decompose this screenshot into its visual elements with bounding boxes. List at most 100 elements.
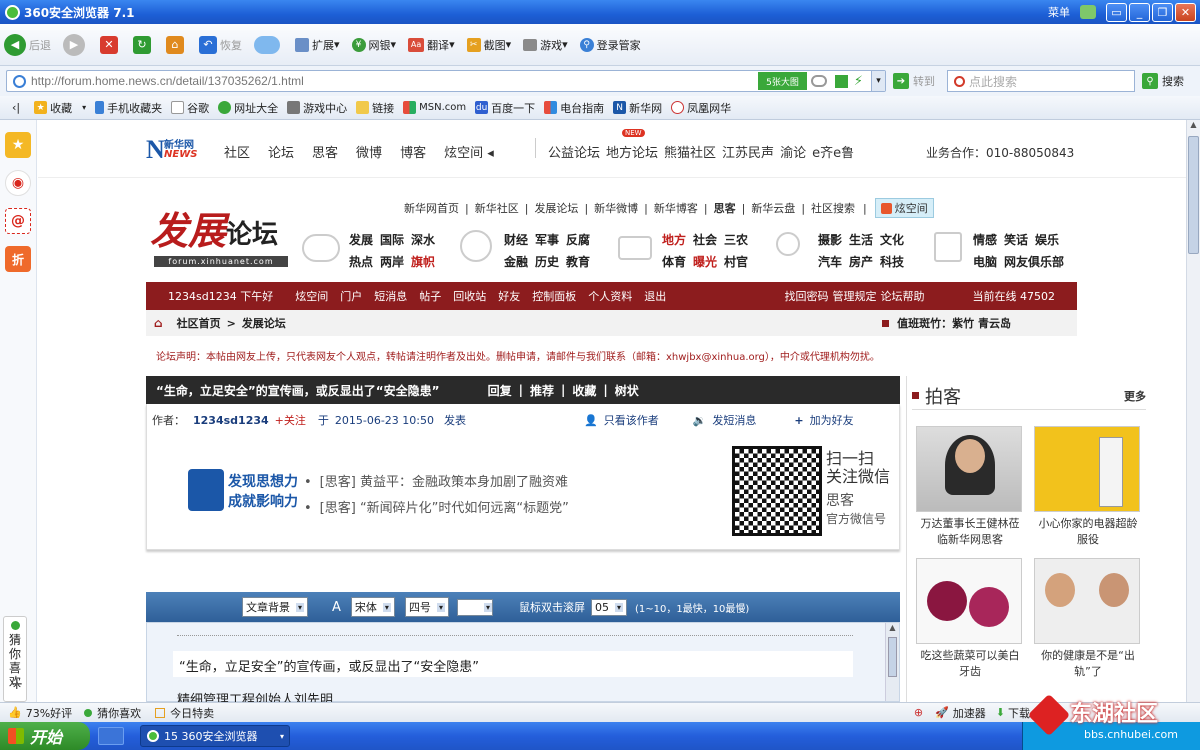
cat-liangan[interactable]: 两岸 bbox=[380, 255, 404, 269]
fav-item-9[interactable]: N 新华网 bbox=[613, 100, 662, 116]
nav-blog[interactable]: 博客 bbox=[400, 142, 426, 161]
body-scrollbar[interactable]: ▲ bbox=[885, 623, 899, 701]
qrcode-icon[interactable] bbox=[834, 74, 848, 88]
top-link-0[interactable]: 新华网首页 bbox=[404, 200, 459, 216]
paike-item-2[interactable]: 吃这些蔬菜可以美白牙齿 bbox=[916, 558, 1024, 680]
home-button[interactable]: ⌂ bbox=[166, 35, 187, 54]
refresh-button[interactable]: ↻ bbox=[133, 35, 154, 54]
cat-difang[interactable]: 地方 bbox=[662, 233, 686, 247]
forum-logo[interactable]: 发展 论坛 forum.xinhuanet.com bbox=[150, 208, 292, 272]
cat-fangchan[interactable]: 房产 bbox=[849, 255, 873, 269]
top-link-2[interactable]: 发展论坛 bbox=[534, 200, 578, 216]
fav-item-10[interactable]: 凤凰网华 bbox=[671, 100, 731, 116]
skin-icon[interactable] bbox=[1080, 5, 1096, 19]
xuankongjian-button[interactable]: 炫空间 bbox=[874, 198, 934, 218]
scroll-thumb[interactable] bbox=[888, 637, 897, 677]
cat-xiaohua[interactable]: 笑话 bbox=[1004, 233, 1028, 247]
tree-view-link[interactable]: 树状 bbox=[615, 382, 639, 399]
cat-junshi[interactable]: 军事 bbox=[535, 233, 559, 247]
cat-fazhan[interactable]: 发展 bbox=[349, 233, 373, 247]
color-select[interactable]: ▾ bbox=[456, 598, 493, 616]
add-icon[interactable]: + bbox=[10, 674, 23, 693]
paike-item-3[interactable]: 你的健康是不是“出轨”了 bbox=[1034, 558, 1142, 680]
url-input[interactable]: http://forum.home.news.cn/detail/1370352… bbox=[6, 70, 886, 92]
nav-charity-forum[interactable]: 公益论坛 bbox=[548, 142, 600, 161]
top-link-3[interactable]: 新华微博 bbox=[594, 200, 638, 216]
games-button[interactable]: 游戏 ▾ bbox=[523, 37, 568, 53]
cat-fanfu[interactable]: 反腐 bbox=[566, 233, 590, 247]
fav-item-5[interactable]: 链接 bbox=[356, 100, 394, 116]
fav-item-7[interactable]: du 百度一下 bbox=[475, 100, 535, 116]
page-scroll-thumb[interactable] bbox=[1188, 136, 1199, 254]
scroll-speed-select[interactable]: 05 ▾ bbox=[590, 598, 627, 616]
cat-sannong[interactable]: 三农 bbox=[724, 233, 748, 247]
scroll-up-icon[interactable]: ▲ bbox=[886, 623, 899, 635]
cat-keji[interactable]: 科技 bbox=[880, 255, 904, 269]
privacy-icon[interactable]: ⊕ bbox=[914, 706, 923, 719]
userbar-logout[interactable]: 退出 bbox=[644, 288, 666, 304]
cat-qizhi[interactable]: 旗帜 bbox=[411, 255, 435, 269]
nav-jiangsu[interactable]: 江苏民声 bbox=[722, 142, 774, 161]
paike-more-link[interactable]: 更多 bbox=[1124, 388, 1146, 404]
restore-mini-icon[interactable]: ▭ bbox=[1106, 2, 1127, 22]
cat-wenhua[interactable]: 文化 bbox=[880, 233, 904, 247]
close-icon[interactable]: ✕ bbox=[1175, 2, 1196, 22]
favorites-collapse-icon[interactable]: ‹| bbox=[12, 101, 20, 114]
download-text[interactable]: 下载 bbox=[1008, 705, 1030, 721]
cat-shehui[interactable]: 社会 bbox=[693, 233, 717, 247]
cat-baoguang[interactable]: 曝光 bbox=[693, 255, 717, 269]
cat-wangyou[interactable]: 网友俱乐部 bbox=[1004, 255, 1064, 269]
restore-button[interactable]: ↶ 恢复 bbox=[199, 35, 242, 54]
top-link-6[interactable]: 新华云盘 bbox=[751, 200, 795, 216]
article-background-select[interactable]: 文章背景 ▾ bbox=[242, 597, 309, 617]
fav-item-3[interactable]: 网址大全 bbox=[218, 100, 278, 116]
banner-link-1[interactable]: • [思客] “新闻碎片化”时代如何远离“标题党” bbox=[304, 496, 569, 522]
cat-redian[interactable]: 热点 bbox=[349, 255, 373, 269]
userbar-rules[interactable]: 管理规定 bbox=[833, 288, 877, 304]
lightning-icon[interactable]: ⚡ bbox=[854, 74, 863, 89]
cat-jinrong[interactable]: 金融 bbox=[504, 255, 528, 269]
nav-yulun[interactable]: 渝论 bbox=[780, 142, 806, 161]
nav-thinker[interactable]: 思客 bbox=[312, 142, 338, 161]
rating-text[interactable]: 73%好评 bbox=[26, 705, 72, 721]
reply-link[interactable]: 回复 bbox=[488, 382, 512, 399]
cat-shenshui[interactable]: 深水 bbox=[411, 233, 435, 247]
email-icon[interactable]: @ bbox=[5, 208, 31, 234]
paike-item-0[interactable]: 万达董事长王健林莅临新华网思客 bbox=[916, 426, 1024, 548]
recommend-link[interactable]: 推荐 bbox=[530, 382, 554, 399]
accelerator-text[interactable]: 加速器 bbox=[953, 705, 986, 721]
follow-button[interactable]: +关注 bbox=[275, 412, 306, 428]
userbar-find-password[interactable]: 找回密码 bbox=[785, 288, 829, 304]
xinhua-logo[interactable]: N 新华网 NEWS bbox=[146, 136, 206, 166]
breadcrumb-home[interactable]: 社区首页 bbox=[177, 315, 221, 331]
font-size-select[interactable]: 四号 ▾ bbox=[404, 597, 449, 617]
fav-item-1[interactable]: 手机收藏夹 bbox=[95, 100, 162, 116]
fav-item-2[interactable]: 谷歌 bbox=[171, 100, 209, 116]
favorite-star-icon[interactable]: ★ bbox=[5, 132, 31, 158]
userbar-portal[interactable]: 门户 bbox=[340, 288, 362, 304]
nav-panda[interactable]: 熊猫社区 bbox=[664, 142, 716, 161]
login-manager-button[interactable]: ⚲ 登录管家 bbox=[579, 37, 641, 53]
fav-item-6[interactable]: MSN.com bbox=[403, 101, 466, 114]
weibo-icon[interactable]: ◉ bbox=[5, 170, 31, 196]
font-family-select[interactable]: 宋体 ▾ bbox=[350, 597, 395, 617]
userbar-friends[interactable]: 好友 bbox=[498, 288, 520, 304]
fav-item-4[interactable]: 游戏中心 bbox=[287, 100, 347, 116]
cat-jiaoyu[interactable]: 教育 bbox=[566, 255, 590, 269]
menu-button[interactable]: 菜单 bbox=[1048, 4, 1070, 20]
taskbar-item-browser[interactable]: 15 360安全浏览器 ▾ bbox=[140, 725, 290, 747]
page-scrollbar[interactable]: ▲ bbox=[1186, 120, 1200, 702]
userbar-recycle[interactable]: 回收站 bbox=[453, 288, 486, 304]
thinker-banner-logo[interactable] bbox=[188, 469, 224, 511]
nav-space[interactable]: 炫空间 ◂ bbox=[444, 142, 494, 161]
top-link-1[interactable]: 新华社区 bbox=[475, 200, 519, 216]
userbar-posts[interactable]: 帖子 bbox=[419, 288, 441, 304]
userbar-messages[interactable]: 短消息 bbox=[374, 288, 407, 304]
cat-cunguan[interactable]: 村官 bbox=[724, 255, 748, 269]
stop-button[interactable]: ✕ bbox=[100, 35, 121, 54]
paike-item-1[interactable]: 小心你家的电器超龄服役 bbox=[1034, 426, 1142, 548]
fav-item-0[interactable]: ★ 收藏 ▾ bbox=[34, 100, 86, 116]
cat-yule[interactable]: 娱乐 bbox=[1035, 233, 1059, 247]
cat-lishi[interactable]: 历史 bbox=[535, 255, 559, 269]
cat-diannao[interactable]: 电脑 bbox=[973, 255, 997, 269]
